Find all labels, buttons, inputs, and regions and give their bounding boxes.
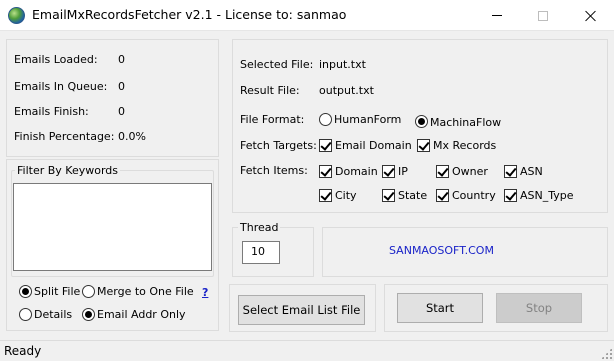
merge-file-radio[interactable]	[82, 285, 95, 298]
city-checkbox[interactable]	[319, 189, 332, 202]
website-link[interactable]: SANMAOSOFT.COM	[389, 244, 494, 257]
resize-grip-icon[interactable]	[601, 348, 612, 359]
fetch-targets-label: Fetch Targets:	[240, 139, 317, 152]
minimize-button[interactable]	[474, 0, 520, 31]
mx-records-label[interactable]: Mx Records	[433, 139, 496, 152]
status-text: Ready	[4, 344, 42, 358]
run-controls-panel: Start Stop	[384, 284, 608, 332]
emails-loaded-value: 0	[118, 53, 125, 66]
domain-checkbox[interactable]	[319, 165, 332, 178]
state-checkbox[interactable]	[382, 189, 395, 202]
brand-panel: SANMAOSOFT.COM	[322, 227, 608, 277]
keywords-textarea[interactable]	[13, 183, 212, 271]
result-file-label: Result File:	[240, 84, 300, 97]
select-email-list-button[interactable]: Select Email List File	[238, 295, 365, 325]
thread-input[interactable]: 10	[242, 241, 280, 264]
emails-finish-value: 0	[118, 105, 125, 118]
window-title: EmailMxRecordsFetcher v2.1 - License to:…	[32, 7, 347, 22]
stop-button[interactable]: Stop	[496, 293, 582, 323]
status-bar: Ready	[0, 340, 614, 361]
city-label[interactable]: City	[335, 189, 357, 202]
split-file-radio[interactable]	[19, 285, 32, 298]
title-bar: EmailMxRecordsFetcher v2.1 - License to:…	[0, 0, 614, 31]
emails-in-queue-value: 0	[118, 80, 125, 93]
state-label[interactable]: State	[398, 189, 427, 202]
domain-label[interactable]: Domain	[335, 165, 378, 178]
stats-panel: Emails Loaded: 0 Emails In Queue: 0 Emai…	[6, 39, 219, 157]
details-label[interactable]: Details	[34, 308, 72, 321]
filter-group-title: Filter By Keywords	[15, 164, 121, 177]
help-link[interactable]: ?	[202, 286, 208, 299]
emails-in-queue-label: Emails In Queue:	[14, 80, 108, 93]
file-format-label: File Format:	[240, 113, 305, 126]
country-label[interactable]: Country	[452, 189, 496, 202]
asn-type-checkbox[interactable]	[504, 189, 517, 202]
close-icon	[585, 10, 597, 22]
emails-finish-label: Emails Finish:	[14, 105, 89, 118]
machinaflow-radio[interactable]	[415, 115, 428, 128]
mx-records-checkbox[interactable]	[417, 139, 430, 152]
finish-percentage-label: Finish Percentage:	[14, 130, 115, 143]
selected-file-label: Selected File:	[240, 58, 314, 71]
asn-type-label[interactable]: ASN_Type	[520, 189, 574, 202]
ip-checkbox[interactable]	[382, 165, 395, 178]
settings-panel: Selected File: input.txt Result File: ou…	[232, 39, 608, 213]
maximize-icon	[538, 10, 548, 21]
selected-file-value: input.txt	[319, 58, 366, 71]
ip-label[interactable]: IP	[398, 165, 408, 178]
asn-checkbox[interactable]	[504, 165, 517, 178]
close-button[interactable]	[568, 0, 614, 31]
split-file-label[interactable]: Split File	[34, 285, 80, 298]
humanform-radio[interactable]	[319, 113, 332, 126]
email-only-radio[interactable]	[82, 308, 95, 321]
filter-panel: Filter By Keywords Split File Merge to O…	[6, 159, 219, 331]
minimize-icon	[492, 15, 502, 16]
machinaflow-label[interactable]: MachinaFlow	[430, 116, 501, 129]
finish-percentage-value: 0.0%	[118, 130, 146, 143]
country-checkbox[interactable]	[436, 189, 449, 202]
merge-file-label[interactable]: Merge to One File	[97, 285, 194, 298]
humanform-label[interactable]: HumanForm	[334, 113, 401, 126]
select-file-panel: Select Email List File	[229, 284, 376, 332]
owner-label[interactable]: Owner	[452, 165, 488, 178]
maximize-button[interactable]	[520, 0, 566, 31]
globe-icon	[8, 7, 25, 24]
emails-loaded-label: Emails Loaded:	[14, 53, 98, 66]
fetch-items-label: Fetch Items:	[240, 164, 308, 177]
asn-label[interactable]: ASN	[520, 165, 543, 178]
email-only-label[interactable]: Email Addr Only	[97, 308, 186, 321]
details-radio[interactable]	[19, 308, 32, 321]
email-domain-label[interactable]: Email Domain	[335, 139, 412, 152]
owner-checkbox[interactable]	[436, 165, 449, 178]
email-domain-checkbox[interactable]	[319, 139, 332, 152]
thread-title: Thread	[238, 221, 281, 234]
start-button[interactable]: Start	[397, 293, 483, 323]
result-file-value: output.txt	[319, 84, 374, 97]
